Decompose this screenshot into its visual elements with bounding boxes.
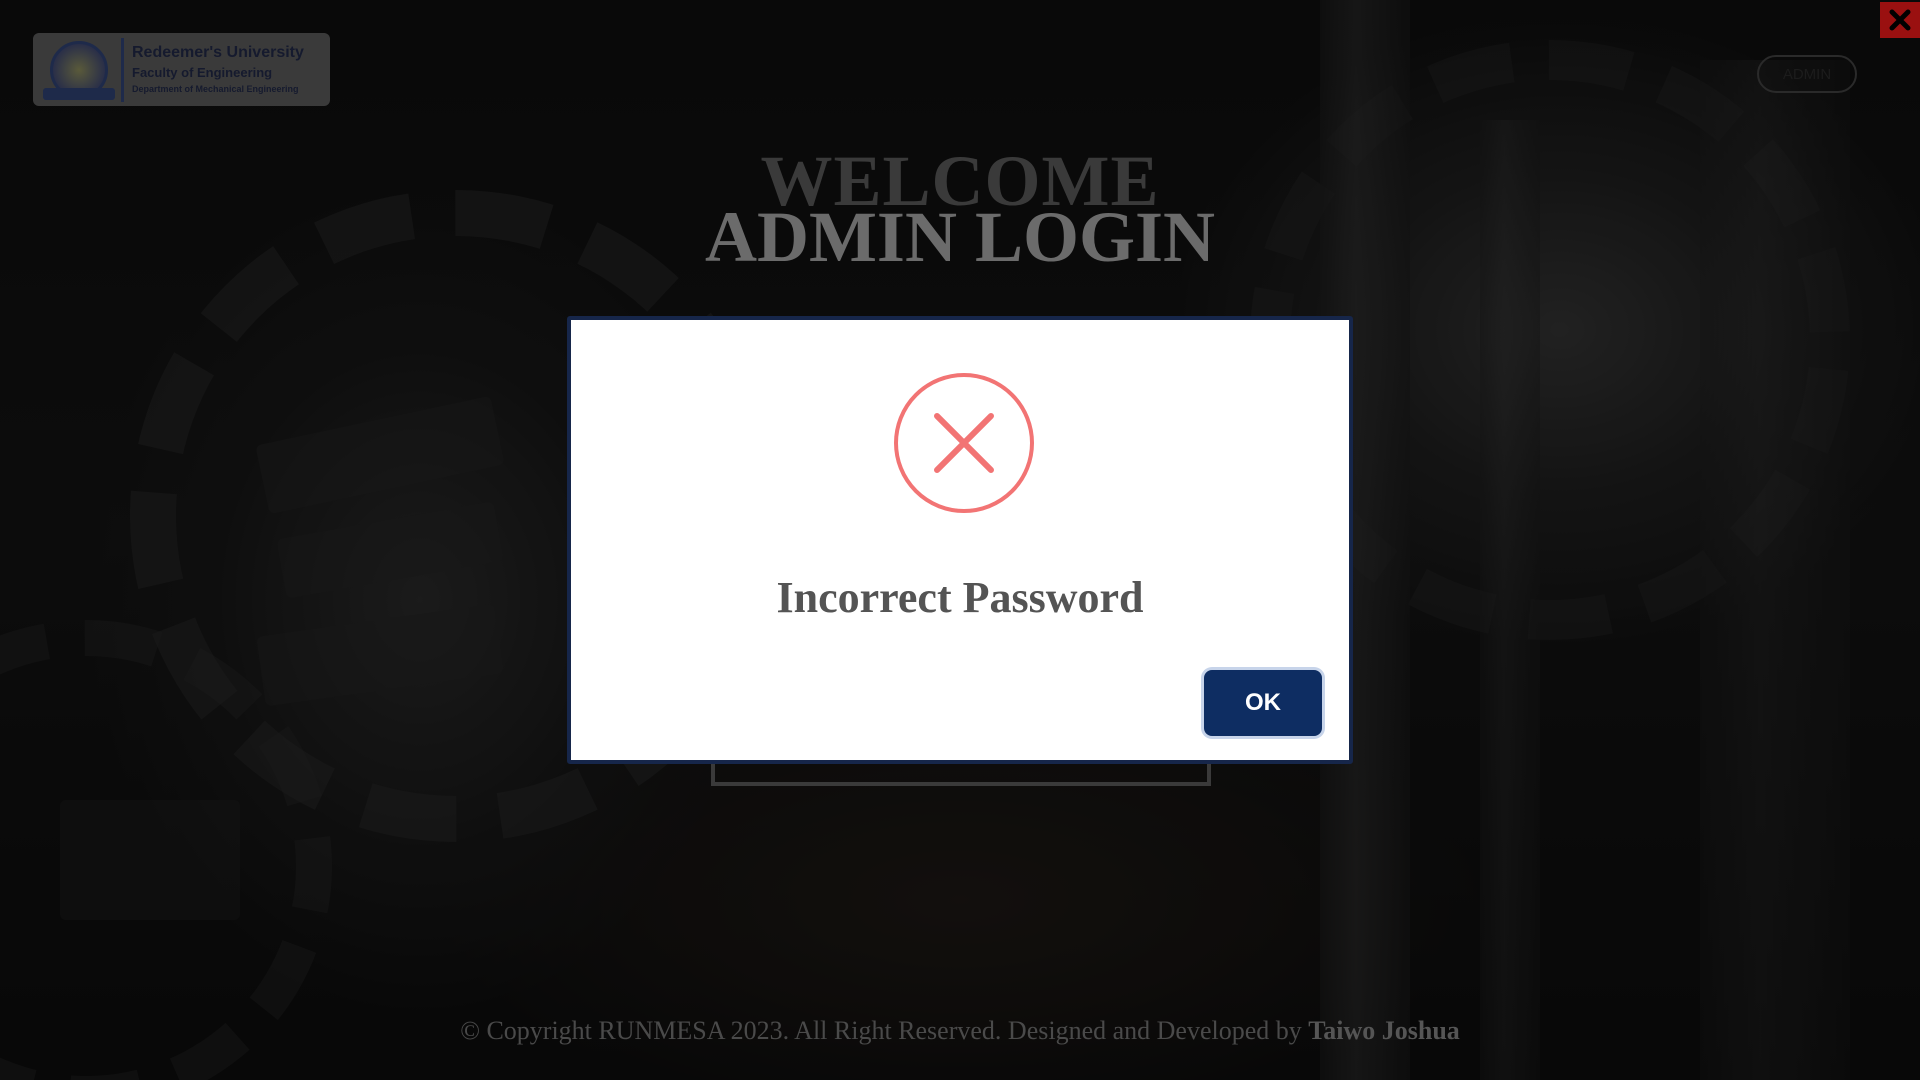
close-icon — [1889, 9, 1911, 31]
error-dialog: Incorrect Password OK — [567, 316, 1353, 764]
logo-faculty-name: Faculty of Engineering — [132, 64, 273, 80]
footer-copyright: © Copyright RUNMESA 2023. All Right Rese… — [0, 1016, 1920, 1046]
logo-university-name: Redeemer's University — [132, 44, 304, 62]
footer-text: © Copyright RUNMESA 2023. All Right Rese… — [460, 1016, 1309, 1045]
footer-author: Taiwo Joshua — [1308, 1016, 1460, 1045]
error-x-icon — [894, 373, 1034, 513]
university-crest-icon — [41, 40, 117, 100]
ok-button[interactable]: OK — [1204, 670, 1322, 736]
university-logo[interactable]: Redeemer's University Faculty of Enginee… — [33, 33, 330, 106]
logo-divider — [121, 37, 124, 102]
admin-button[interactable]: ADMIN — [1757, 55, 1857, 93]
dialog-message: Incorrect Password — [776, 573, 1144, 622]
page-title: ADMIN LOGIN — [704, 197, 1215, 277]
logo-department-name: Department of Mechanical Engineering — [132, 84, 299, 95]
close-button[interactable] — [1880, 2, 1920, 38]
logo-text: Redeemer's University Faculty of Enginee… — [132, 44, 304, 95]
